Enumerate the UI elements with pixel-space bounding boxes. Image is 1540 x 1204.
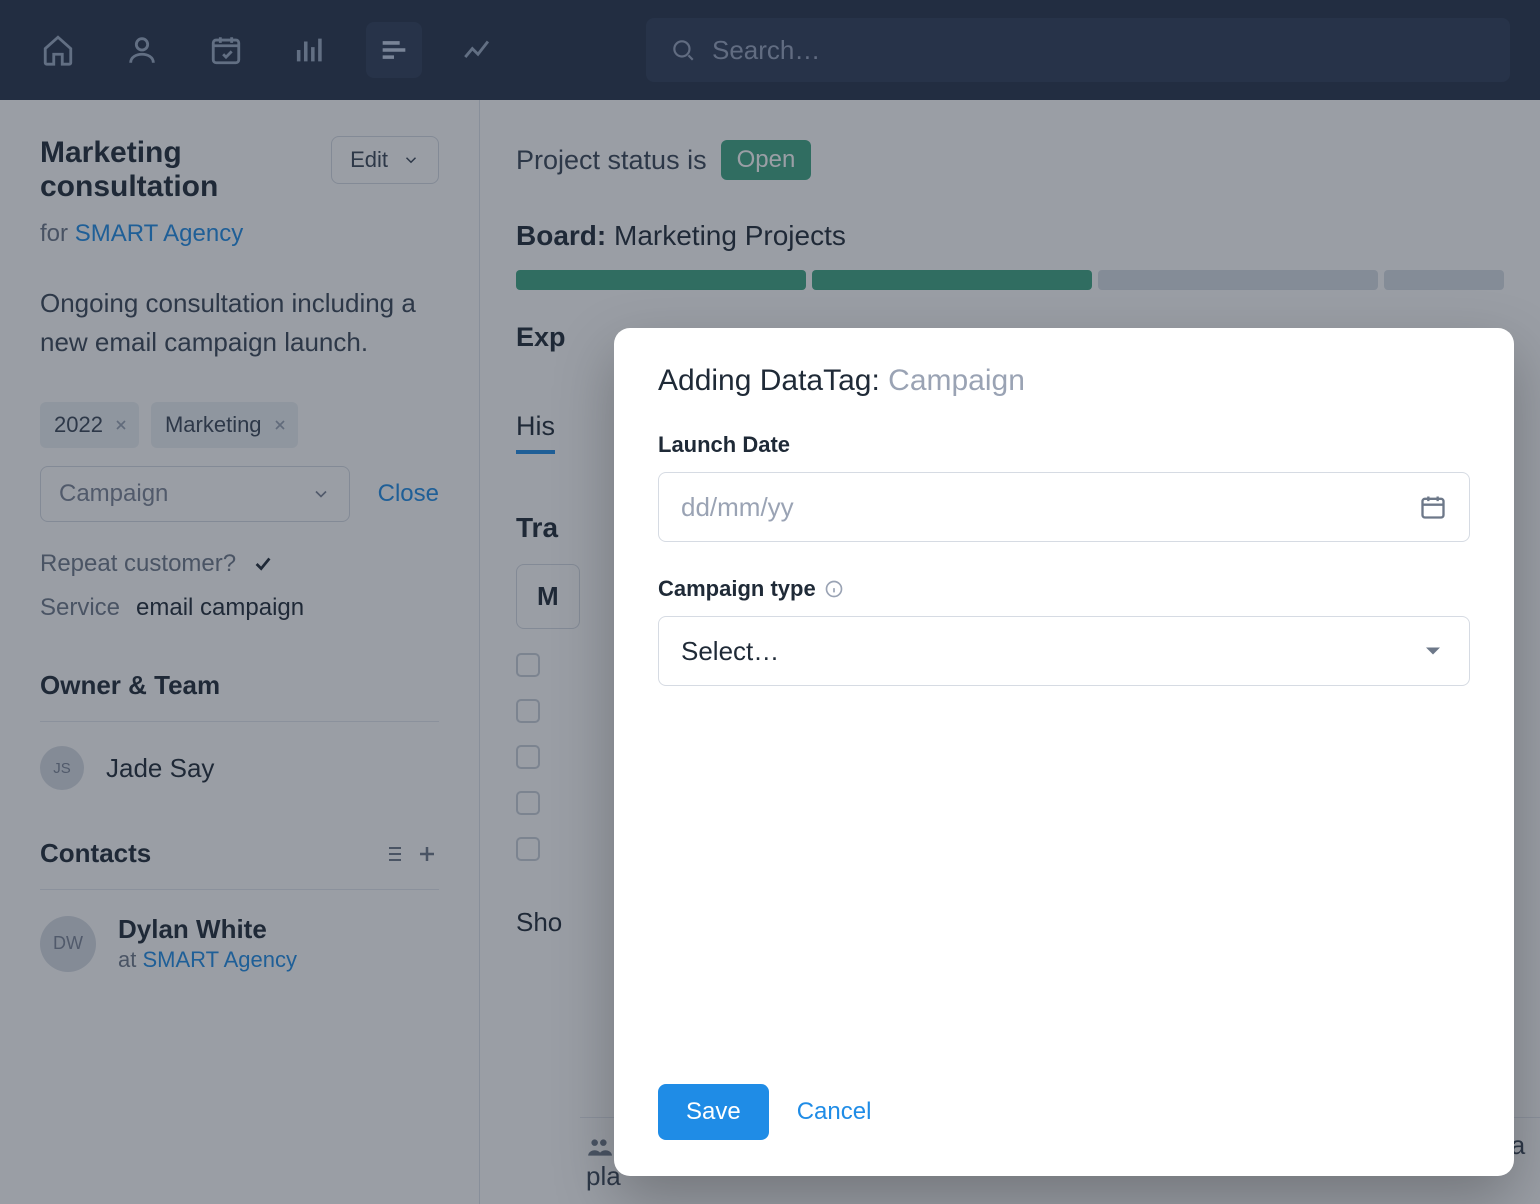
- cancel-button[interactable]: Cancel: [797, 1098, 872, 1126]
- save-button[interactable]: Save: [658, 1084, 769, 1140]
- modal-title: Adding DataTag: Campaign: [658, 364, 1470, 398]
- modal-title-prefix: Adding DataTag:: [658, 364, 888, 397]
- caret-down-icon: [1419, 637, 1447, 665]
- info-icon[interactable]: [824, 579, 844, 599]
- datatag-modal: Adding DataTag: Campaign Launch Date dd/…: [614, 328, 1514, 1176]
- launch-date-label: Launch Date: [658, 432, 1470, 458]
- calendar-icon[interactable]: [1419, 493, 1447, 521]
- campaign-type-placeholder: Select…: [681, 636, 779, 667]
- launch-date-placeholder: dd/mm/yy: [681, 492, 794, 523]
- campaign-type-label: Campaign type: [658, 576, 1470, 602]
- campaign-type-label-text: Campaign type: [658, 576, 816, 602]
- modal-title-value: Campaign: [888, 364, 1025, 397]
- launch-date-input[interactable]: dd/mm/yy: [658, 472, 1470, 542]
- modal-footer: Save Cancel: [658, 1084, 1470, 1140]
- campaign-type-select[interactable]: Select…: [658, 616, 1470, 686]
